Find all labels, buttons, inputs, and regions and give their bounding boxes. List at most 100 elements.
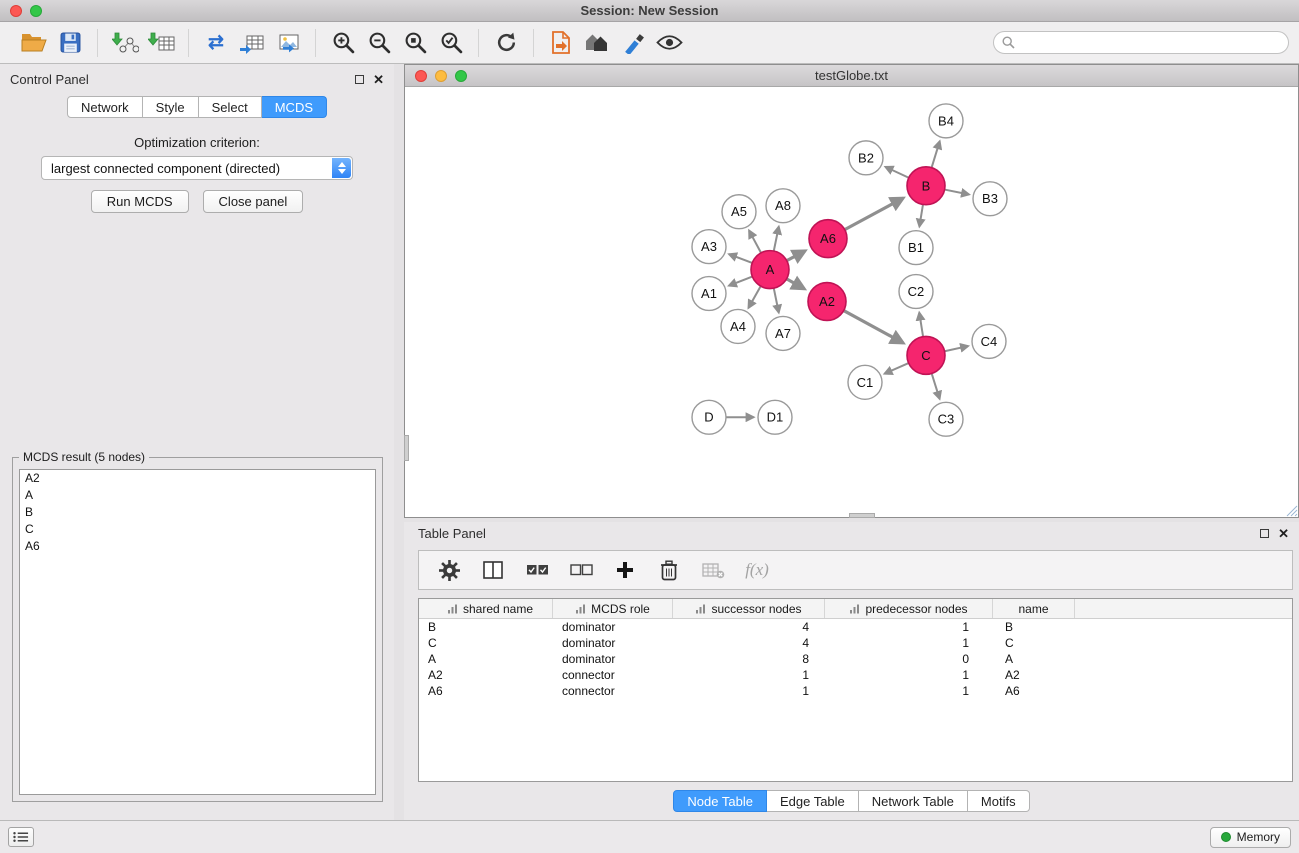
graph-edge-C-C1[interactable] [885,363,909,374]
graph-node-B4[interactable]: B4 [929,104,963,138]
graph-edge-A-A1[interactable] [729,277,752,286]
delete-table-button[interactable] [699,556,727,584]
graph-node-A3[interactable]: A3 [692,230,726,264]
graph-edge-A-A2[interactable] [787,279,805,289]
graph-node-B2[interactable]: B2 [849,141,883,175]
import-table-button[interactable] [143,26,179,60]
graph-node-B1[interactable]: B1 [899,231,933,265]
save-session-button[interactable] [52,26,88,60]
zoom-out-button[interactable] [361,26,397,60]
graph-edge-B-B3[interactable] [945,190,969,195]
column-header-name[interactable]: name [993,599,1075,618]
graph-edge-A-A4[interactable] [748,286,760,308]
tab-select[interactable]: Select [199,96,262,118]
home-view-button[interactable] [579,26,615,60]
memory-button[interactable]: Memory [1210,827,1291,848]
close-panel-button[interactable]: Close panel [203,190,304,213]
tab-network[interactable]: Network [67,96,143,118]
graph-edge-A-A8[interactable] [774,227,779,251]
close-panel-icon[interactable]: ✕ [373,73,384,86]
graph-node-A6[interactable]: A6 [809,220,847,258]
graph-edge-A-A6[interactable] [787,251,805,261]
graph-edge-A2-C[interactable] [844,311,903,343]
network-canvas[interactable]: B4 B2 B B3 A8 A5 A6 A3 B1 A C2 A1 A2 A4 A7 C4 C C1 D D1 C3 [405,88,1298,517]
column-header-predecessor-nodes[interactable]: predecessor nodes [825,599,993,618]
graph-node-C3[interactable]: C3 [929,402,963,436]
search-field[interactable] [993,31,1289,54]
tab-network-table[interactable]: Network Table [859,790,968,812]
float-panel-icon[interactable] [355,75,364,84]
open-session-button[interactable] [16,26,52,60]
table-row[interactable]: Adominator80A [419,651,1292,667]
graph-edge-A-A3[interactable] [729,254,752,263]
graph-node-A7[interactable]: A7 [766,316,800,350]
tab-mcds[interactable]: MCDS [262,96,327,118]
table-row[interactable]: Cdominator41C [419,635,1292,651]
refresh-button[interactable] [488,26,524,60]
column-header-successor-nodes[interactable]: successor nodes [673,599,825,618]
delete-column-button[interactable] [655,556,683,584]
graph-edge-C-C3[interactable] [932,373,940,398]
mcds-result-item[interactable]: C [20,521,375,538]
graph-edge-A-A5[interactable] [749,231,761,253]
graph-node-C4[interactable]: C4 [972,324,1006,358]
mcds-result-item[interactable]: B [20,504,375,521]
graph-node-A8[interactable]: A8 [766,189,800,223]
graph-node-A5[interactable]: A5 [722,195,756,229]
table-row[interactable]: A2connector11A2 [419,667,1292,683]
mcds-result-item[interactable]: A2 [20,470,375,487]
graph-edge-B-B4[interactable] [932,141,940,167]
graph-node-D1[interactable]: D1 [758,400,792,434]
mcds-result-item[interactable]: A6 [20,538,375,555]
network-graph-svg[interactable]: B4 B2 B B3 A8 A5 A6 A3 B1 A C2 A1 A2 A4 A7 C4 C C1 D D1 C3 [405,88,1298,517]
close-window-button[interactable] [10,5,22,17]
tab-style[interactable]: Style [143,96,199,118]
graph-node-A2[interactable]: A2 [808,283,846,321]
splitter-handle[interactable] [404,435,409,461]
export-image-button[interactable] [270,26,306,60]
graph-node-A[interactable]: A [751,251,789,289]
tab-node-table[interactable]: Node Table [673,790,767,812]
graph-node-D[interactable]: D [692,400,726,434]
deselect-all-button[interactable] [567,556,595,584]
graph-node-C2[interactable]: C2 [899,275,933,309]
zoom-window-button[interactable] [30,5,42,17]
new-table-button[interactable] [234,26,270,60]
graph-edge-C-C4[interactable] [945,346,969,351]
column-header-shared-name[interactable]: shared name [419,599,553,618]
zoom-fit-button[interactable] [397,26,433,60]
search-input[interactable] [1020,36,1280,50]
apply-layout-button[interactable] [543,26,579,60]
graph-node-A4[interactable]: A4 [721,309,755,343]
zoom-in-button[interactable] [325,26,361,60]
graph-node-C1[interactable]: C1 [848,365,882,399]
table-row[interactable]: A6connector11A6 [419,683,1292,699]
tab-motifs[interactable]: Motifs [968,790,1030,812]
zoom-selected-button[interactable] [433,26,469,60]
new-network-button[interactable]: ⇄ [198,26,234,60]
resize-grip-icon[interactable] [1284,503,1298,517]
graph-node-B[interactable]: B [907,167,945,205]
graph-node-A1[interactable]: A1 [692,277,726,311]
import-network-button[interactable] [107,26,143,60]
network-close-button[interactable] [415,70,427,82]
graph-node-C[interactable]: C [907,336,945,374]
table-settings-button[interactable] [435,556,463,584]
add-column-button[interactable] [611,556,639,584]
network-window-titlebar[interactable]: testGlobe.txt [405,65,1298,87]
mcds-result-item[interactable]: A [20,487,375,504]
show-hide-button[interactable] [651,26,687,60]
graph-edge-A-A7[interactable] [774,288,779,312]
show-panels-button[interactable] [8,827,34,847]
function-builder-button[interactable]: f(x) [743,556,771,584]
graph-edge-B-B2[interactable] [885,167,908,178]
graph-edge-A6-B[interactable] [845,198,903,230]
run-mcds-button[interactable]: Run MCDS [91,190,189,213]
tab-edge-table[interactable]: Edge Table [767,790,859,812]
float-panel-icon[interactable] [1260,529,1269,538]
mcds-result-list[interactable]: A2ABCA6 [19,469,376,795]
select-all-button[interactable] [523,556,551,584]
network-zoom-button[interactable] [455,70,467,82]
graph-node-B3[interactable]: B3 [973,182,1007,216]
graph-edge-C-C2[interactable] [919,313,923,337]
